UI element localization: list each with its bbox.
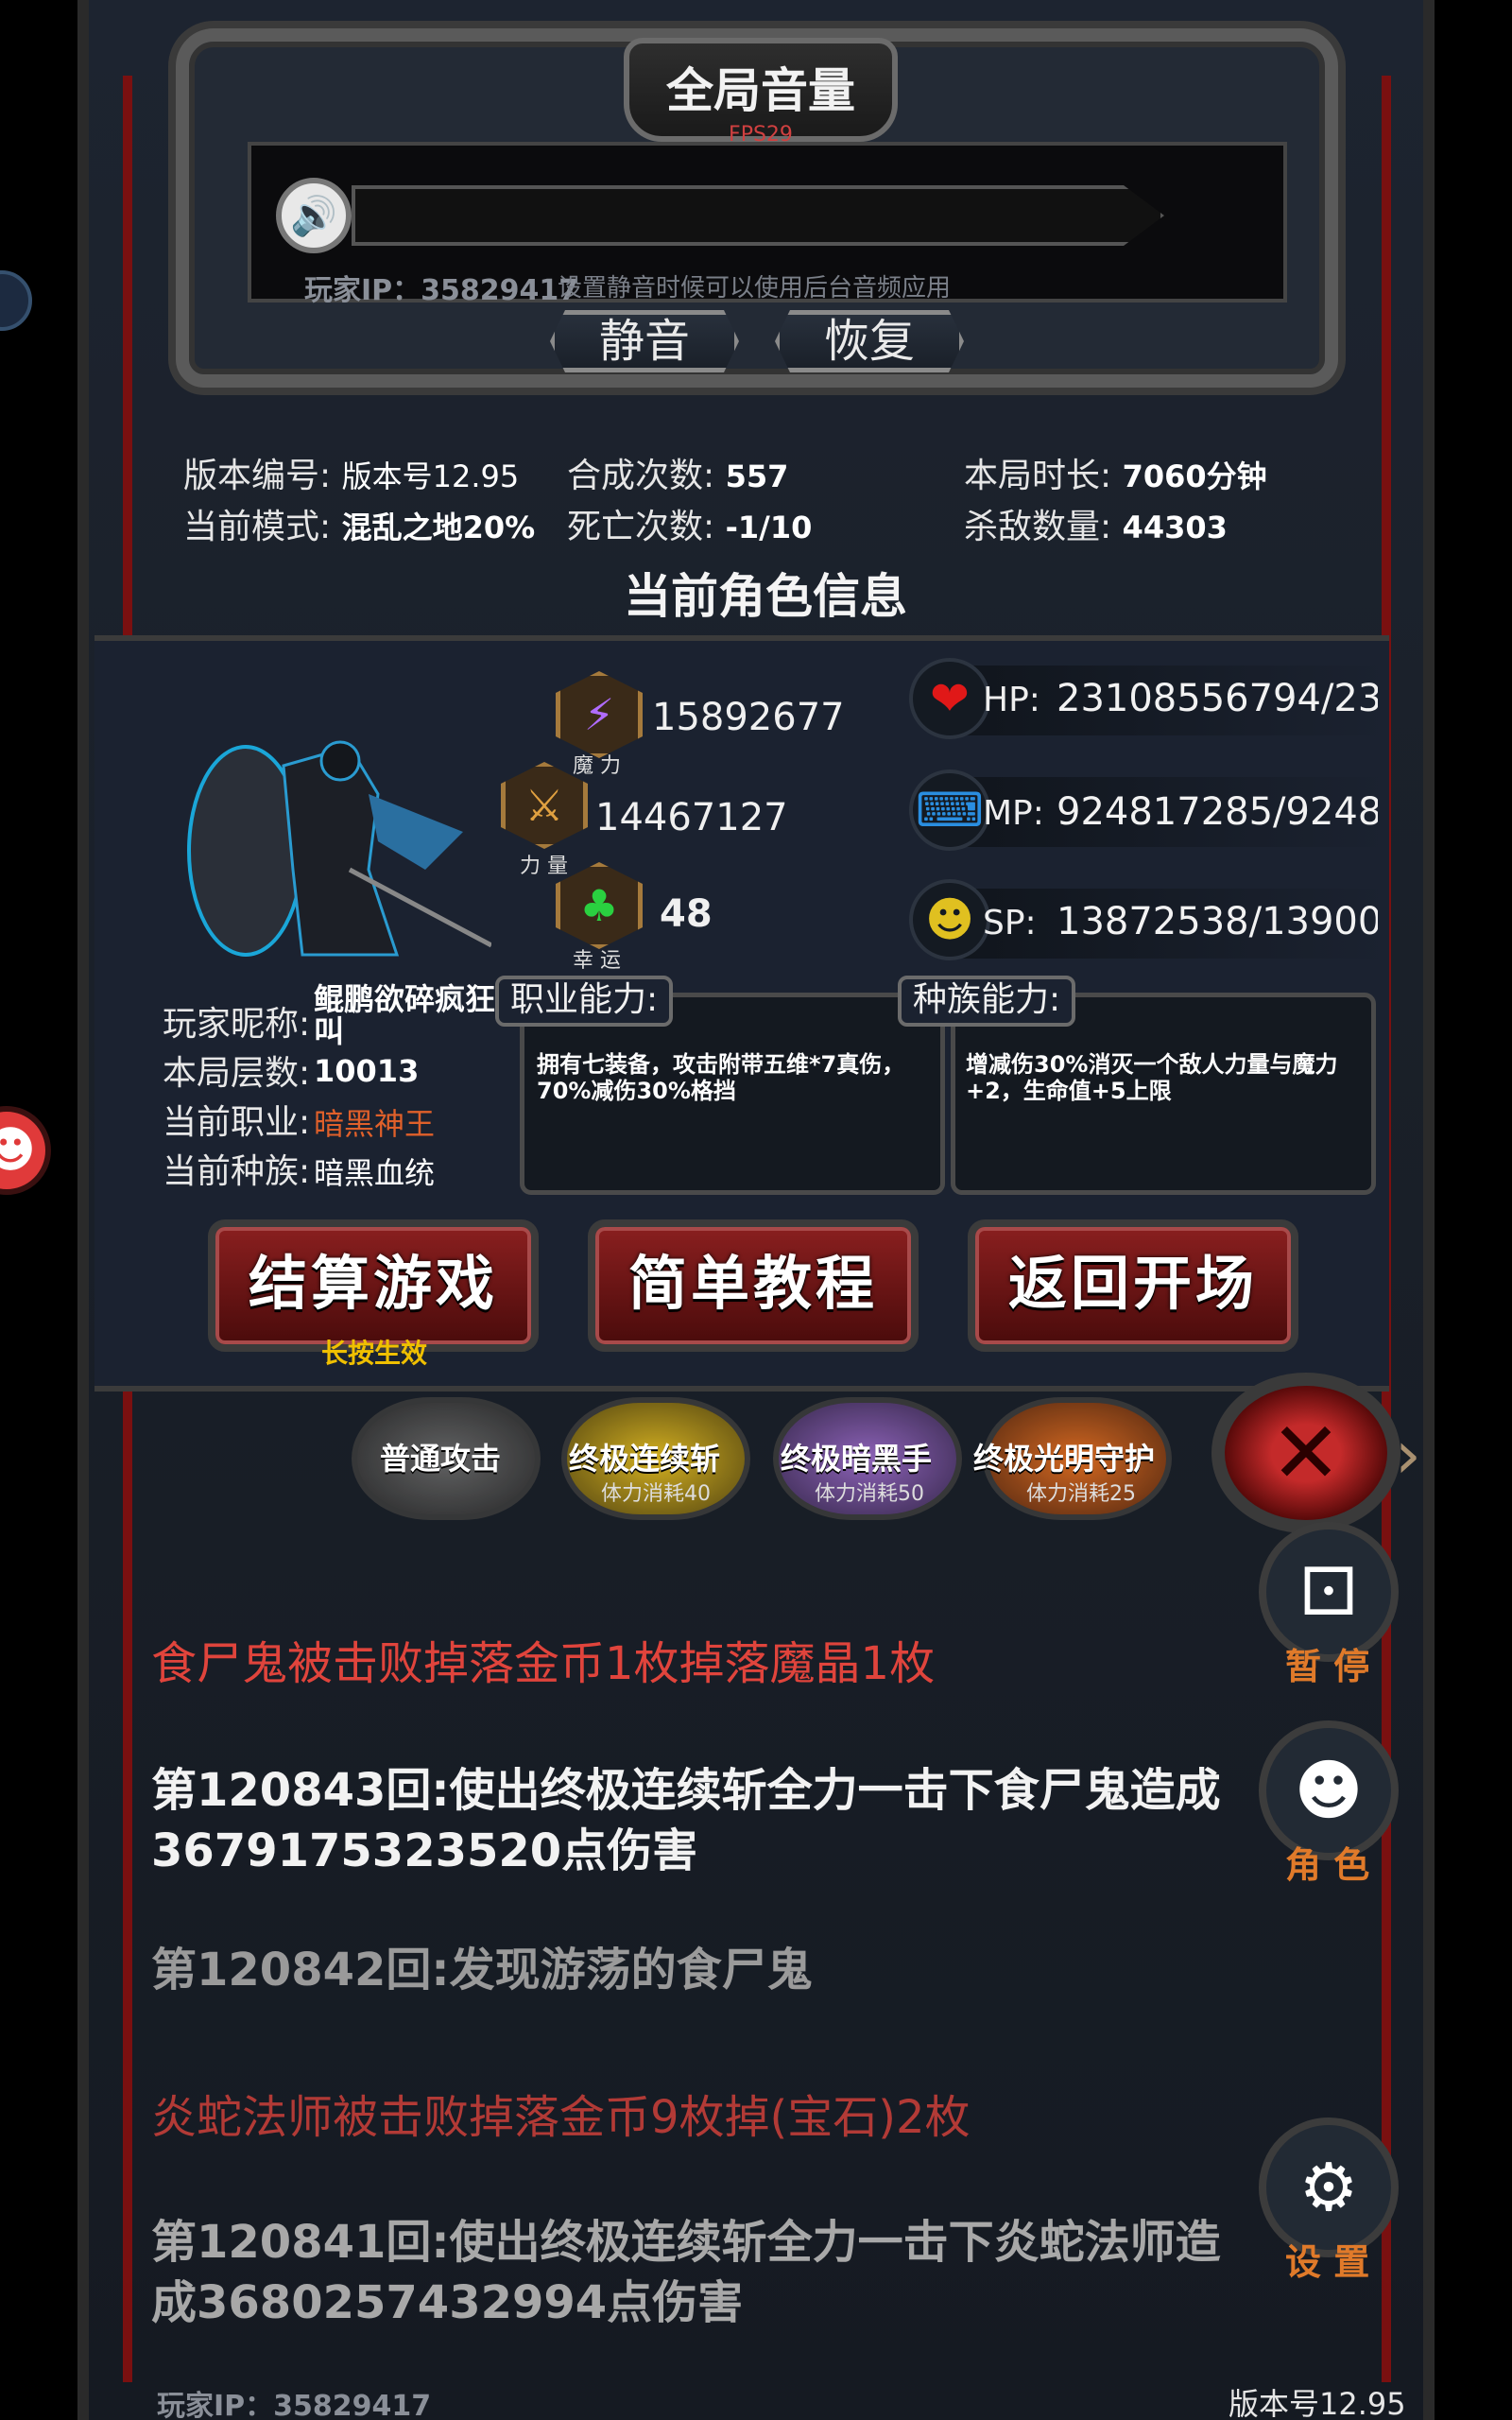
stat-kills-label: 杀敌数量: [964, 508, 1112, 546]
mute-button[interactable]: 静音 [550, 310, 739, 372]
stat-kills-value: 44303 [1122, 510, 1228, 545]
stat-version: 版本编号: 版本号12.95 [183, 448, 519, 497]
stat-duration-label: 本局时长: [964, 457, 1112, 495]
mp-icon: ⌨ [909, 769, 990, 851]
settle-game-button[interactable]: 结算游戏 [208, 1219, 539, 1352]
floating-badge[interactable] [0, 270, 32, 331]
stat-version-value: 版本号12.95 [341, 458, 520, 494]
restore-button[interactable]: 恢复 [775, 310, 964, 372]
strength-caption: 力 量 [520, 855, 568, 878]
strength-value: 14467127 [595, 796, 788, 839]
pause-label[interactable]: 暂 停 [1285, 1637, 1369, 1689]
skill-1-name: 终极连续斩 [569, 1441, 721, 1477]
skill-1-cost: 体力消耗40 [601, 1482, 711, 1506]
speaker-icon[interactable]: 🔊 [276, 178, 352, 253]
nickname-label: 玩家昵称: [163, 1005, 311, 1044]
log-line-1: 第120843回:使出终极连续斩全力一击下食尸鬼造成3679175323520点… [151, 1764, 1221, 1877]
stat-duration: 本局时长: 7060分钟 [964, 448, 1267, 497]
hp-value: 23108556794/2310 [1057, 677, 1378, 720]
settings-label[interactable]: 设 置 [1285, 2233, 1369, 2285]
log-line-0: 食尸鬼被击败掉落金币1枚掉落魔晶1枚 [151, 1637, 936, 1690]
skill-2-cost: 体力消耗50 [815, 1482, 924, 1506]
chevron-right-icon[interactable]: › [1395, 1416, 1421, 1494]
volume-slider[interactable] [352, 185, 1164, 246]
mp-label: MP: [983, 794, 1044, 833]
magic-value: 15892677 [652, 696, 845, 739]
log-line-2: 第120842回:发现游荡的食尸鬼 [151, 1944, 813, 1996]
race-ability-text: 增减伤30%消灭一个敌人力量与魔力+2，生命值+5上限 [966, 1051, 1338, 1104]
job-value: 暗黑神王 [314, 1106, 436, 1142]
role-label[interactable]: 角 色 [1285, 1836, 1369, 1888]
close-icon[interactable]: ✕ [1211, 1373, 1400, 1533]
footer-version: 版本号12.95 [1228, 2386, 1406, 2420]
floor-label: 本局层数: [163, 1054, 311, 1093]
job-ability-title: 职业能力: [495, 976, 674, 1027]
sp-label: SP: [983, 904, 1037, 942]
stat-synth: 合成次数: 557 [567, 448, 788, 497]
fps-counter: FPS29 [729, 123, 793, 147]
volume-hint: 设置静音时候可以使用后台音频应用 [558, 274, 952, 302]
stat-death-value: -1/10 [725, 510, 813, 545]
stat-death-label: 死亡次数: [567, 508, 715, 546]
skill-0-name: 普通攻击 [380, 1441, 502, 1477]
stat-synth-label: 合成次数: [567, 457, 715, 495]
floating-user-icon[interactable]: ☻ [0, 1106, 51, 1195]
player-ip-top: 玩家IP：35829417 [304, 274, 579, 307]
character-avatar [187, 740, 491, 957]
log-line-4: 第120841回:使出终极连续斩全力一击下炎蛇法师造成3680257432994… [151, 2216, 1221, 2329]
stat-mode-value: 混乱之地20% [341, 510, 536, 545]
floor-value: 10013 [314, 1053, 420, 1089]
job-ability-text: 拥有七装备，攻击附带五维*7真伤，70%减伤30%格挡 [537, 1051, 905, 1104]
heart-icon: ❤ [909, 658, 990, 739]
log-line-3: 炎蛇法师被击败掉落金币9枚掉(宝石)2枚 [151, 2091, 971, 2144]
settle-hint: 长按生效 [321, 1338, 428, 1369]
skill-3-name: 终极光明守护 [973, 1441, 1156, 1477]
stat-synth-value: 557 [725, 458, 789, 494]
stat-death: 死亡次数: -1/10 [567, 499, 812, 548]
footer-player-ip: 玩家IP：35829417 [157, 2390, 432, 2420]
skill-2-name: 终极暗黑手 [781, 1441, 933, 1477]
sp-value: 13872538/139004 [1057, 900, 1378, 943]
muscle-icon: ☻ [909, 879, 990, 960]
nickname-value: 鲲鹏欲碎疯狂叫 [314, 981, 496, 1049]
race-value: 暗黑血统 [314, 1155, 436, 1191]
mp-value: 924817285/924817 [1057, 790, 1378, 834]
luck-caption: 幸 运 [573, 949, 621, 973]
job-label: 当前职业: [163, 1103, 311, 1142]
hp-label: HP: [983, 681, 1040, 719]
stat-duration-value: 7060分钟 [1122, 458, 1267, 494]
race-ability-title: 种族能力: [898, 976, 1076, 1027]
magic-caption: 魔 力 [573, 754, 621, 778]
luck-value: 48 [660, 892, 713, 936]
skill-3-cost: 体力消耗25 [1026, 1482, 1136, 1506]
stat-mode: 当前模式: 混乱之地20% [183, 499, 535, 548]
stat-version-label: 版本编号: [183, 457, 332, 495]
tutorial-button[interactable]: 简单教程 [588, 1219, 919, 1352]
stat-mode-label: 当前模式: [183, 508, 332, 546]
character-section-title: 当前角色信息 [624, 569, 907, 624]
race-label: 当前种族: [163, 1152, 311, 1191]
stat-kills: 杀敌数量: 44303 [964, 499, 1228, 548]
return-start-button[interactable]: 返回开场 [968, 1219, 1298, 1352]
